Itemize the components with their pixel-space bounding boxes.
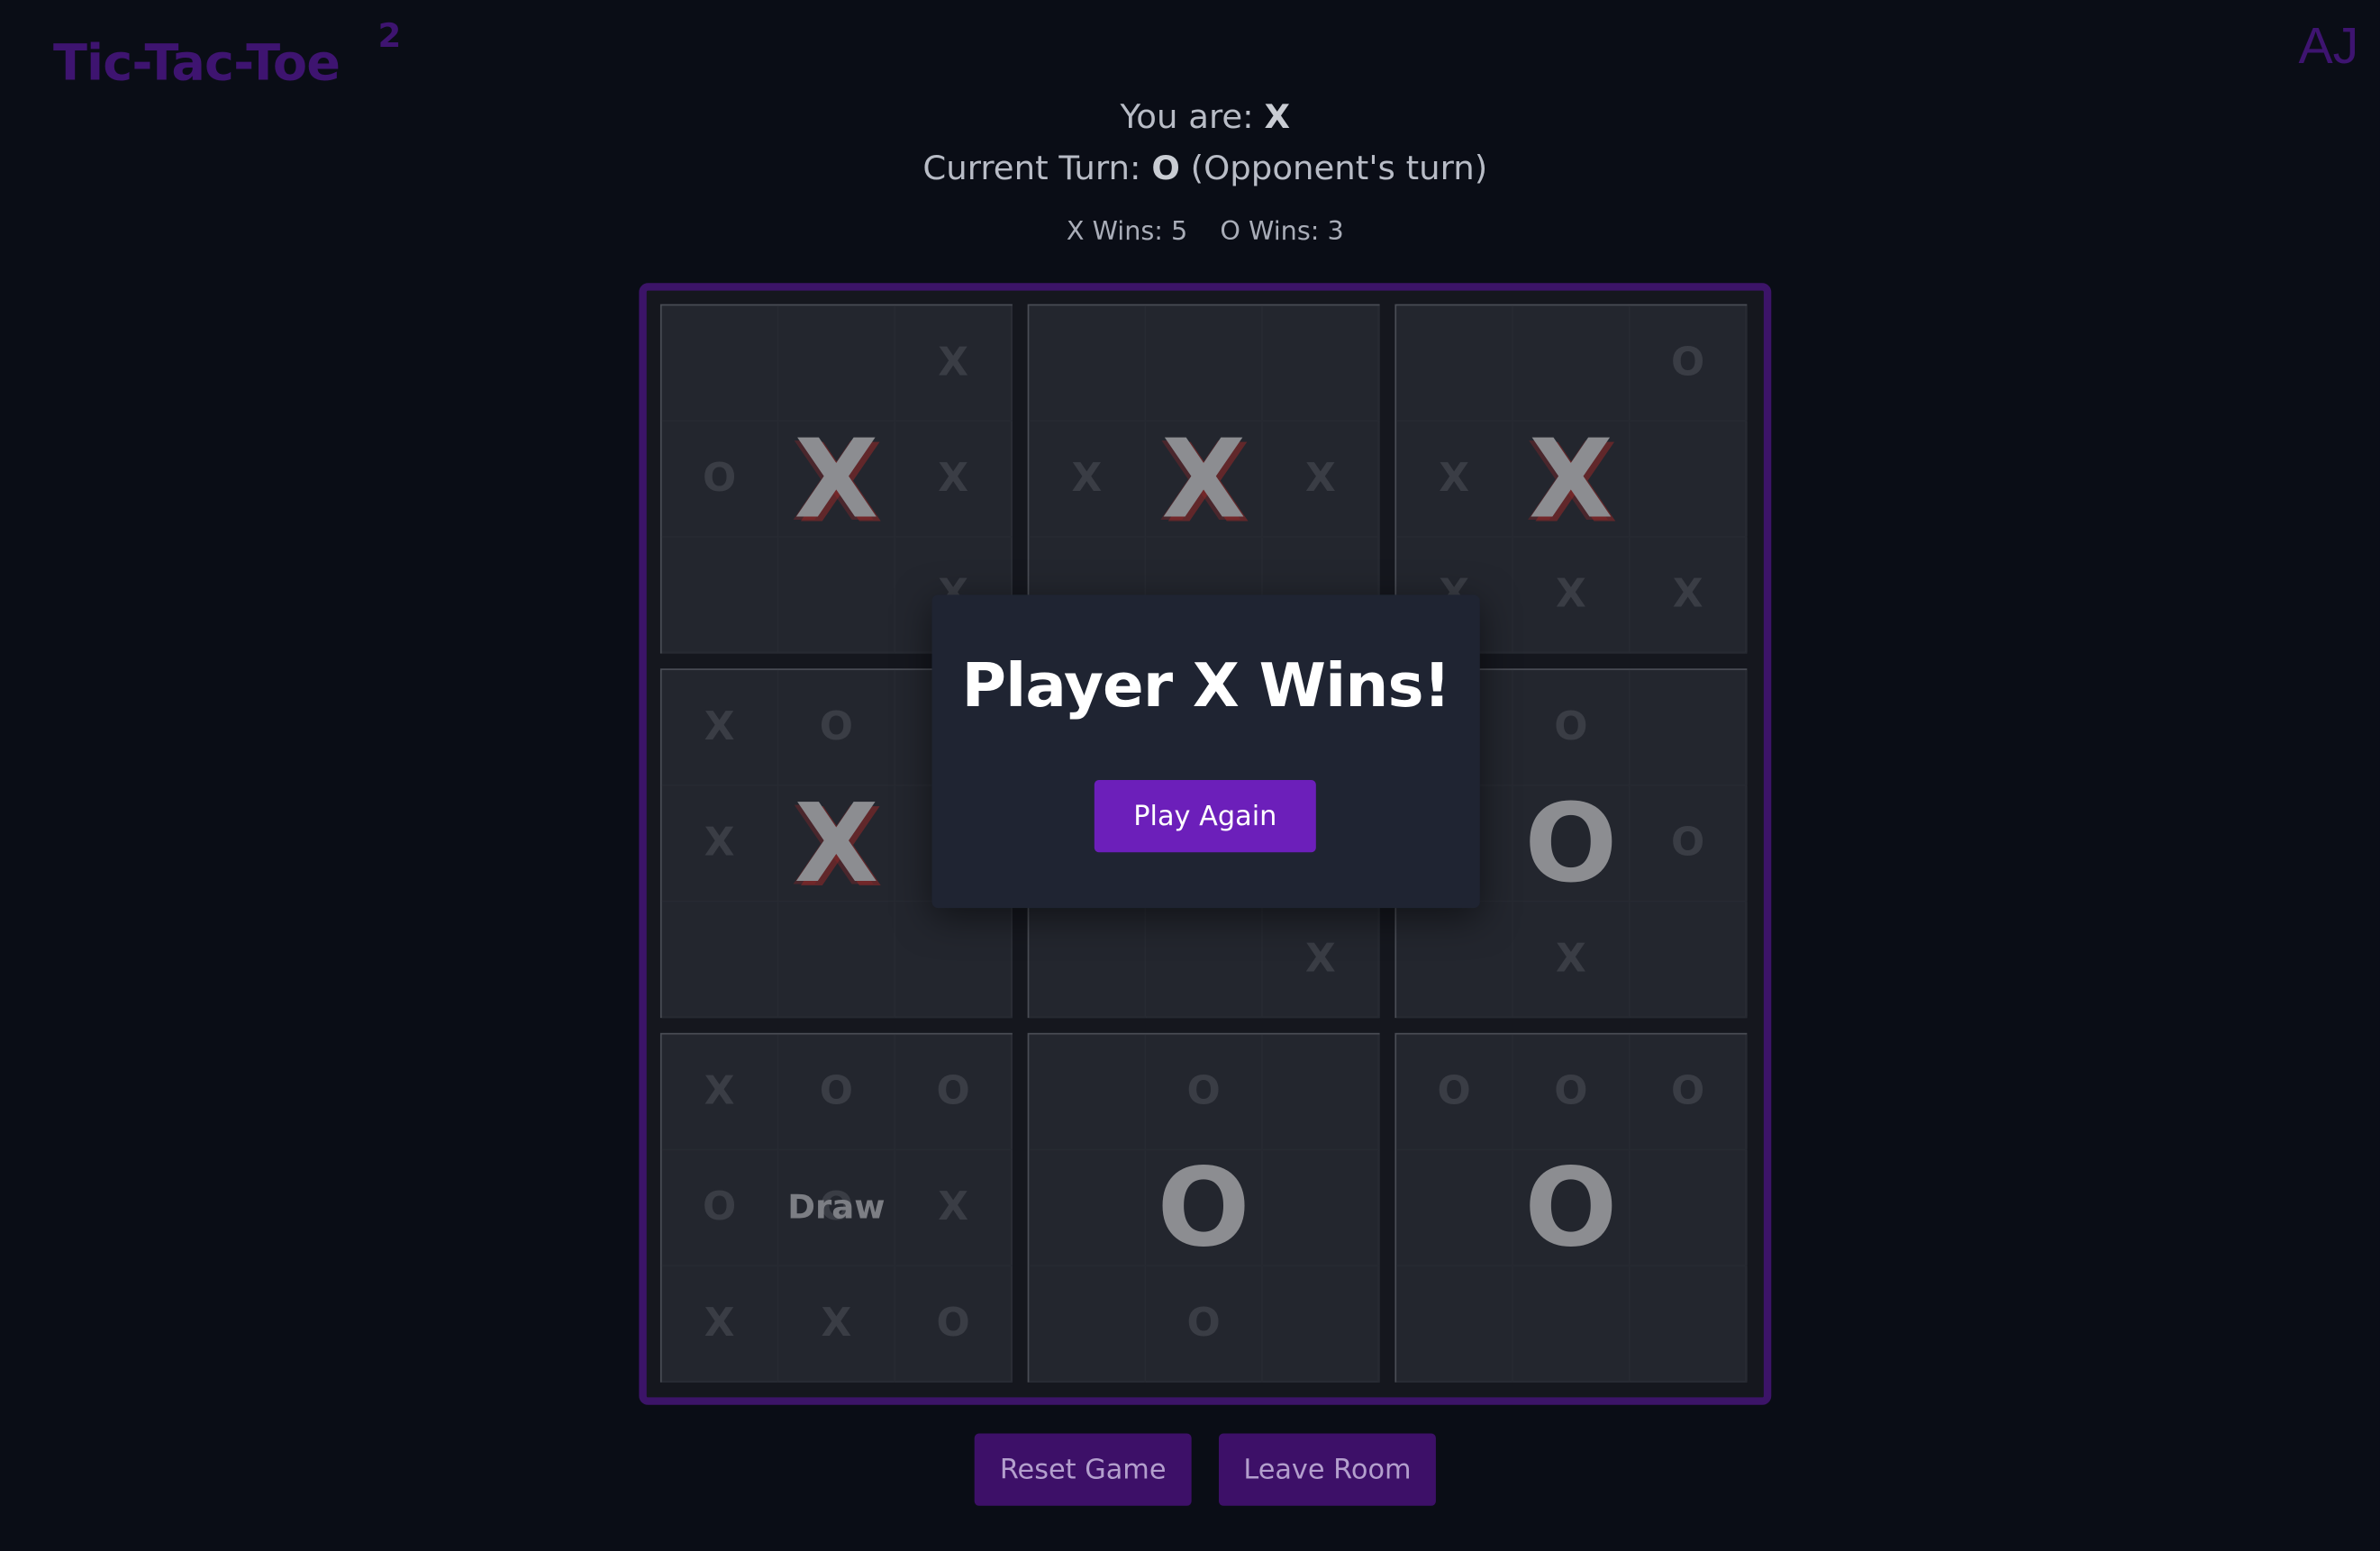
current-turn-symbol: O (1151, 150, 1180, 188)
mega-cell-winner-mark: O (1157, 1144, 1250, 1271)
mini-cell[interactable] (1146, 902, 1263, 1019)
mini-cell[interactable] (1029, 902, 1147, 1019)
play-again-button[interactable]: Play Again (1094, 779, 1316, 853)
mega-cell-winner-mark: Draw (787, 1188, 886, 1227)
game-screen: Tic-Tac-Toe 2 AJ You are: X Current Turn… (0, 0, 2380, 1551)
mega-cell[interactable]: OOOO (1394, 1032, 1748, 1383)
you-are-label: You are: (1120, 99, 1254, 138)
app-title: Tic-Tac-Toe (52, 32, 341, 92)
player-symbol-status: You are: X (0, 99, 2380, 137)
win-modal-title: Player X Wins! (961, 651, 1451, 721)
current-turn-label: Current Turn: (922, 150, 1141, 188)
win-modal: Player X Wins! Play Again (931, 594, 1480, 909)
mega-cell[interactable]: X O O O O X X X O Draw (659, 1032, 1013, 1383)
you-are-symbol: X (1264, 99, 1291, 138)
app-logo: Tic-Tac-Toe 2 (52, 18, 401, 92)
mini-cell[interactable]: X (1262, 902, 1380, 1019)
score-bar: X Wins: 5 O Wins: 3 (0, 217, 2380, 247)
x-wins-count: X Wins: 5 (1066, 216, 1188, 248)
current-turn-status: Current Turn: O (Opponent's turn) (0, 150, 2380, 188)
app-title-superscript: 2 (377, 18, 402, 56)
user-avatar[interactable]: AJ (2298, 18, 2358, 77)
leave-room-button[interactable]: Leave Room (1218, 1433, 1436, 1506)
mega-cell-winner-mark: O (1524, 1144, 1618, 1271)
mega-cell[interactable]: OOO (1027, 1032, 1380, 1383)
current-turn-note: (Opponent's turn) (1190, 150, 1488, 188)
o-wins-count: O Wins: 3 (1220, 216, 1344, 248)
reset-game-button[interactable]: Reset Game (974, 1433, 1192, 1506)
